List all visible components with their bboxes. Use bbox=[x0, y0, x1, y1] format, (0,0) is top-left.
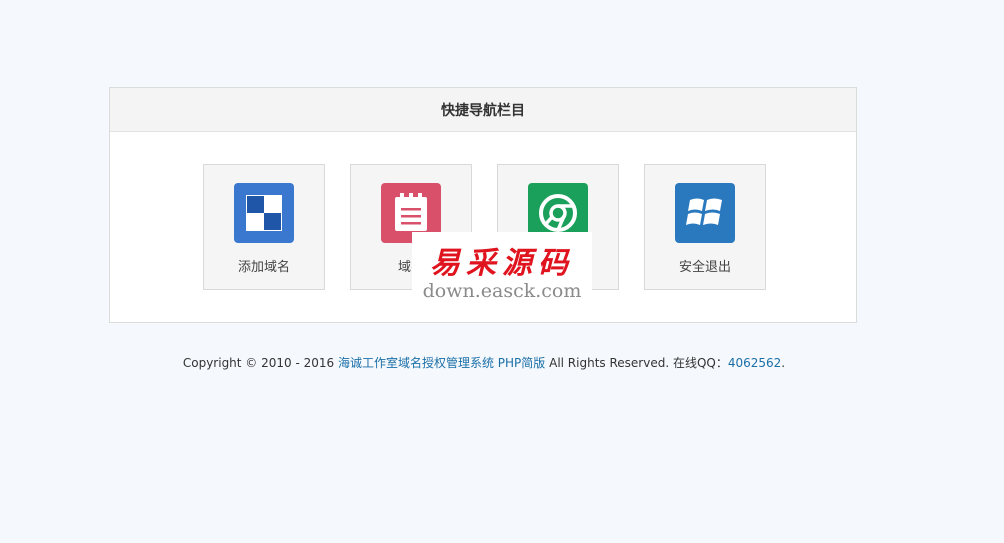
tile-label: 安全退出 bbox=[678, 260, 731, 275]
footer-suffix: . bbox=[781, 356, 786, 370]
qq-link[interactable]: 4062562 bbox=[728, 356, 781, 370]
tile-label: 添加域名 bbox=[237, 260, 290, 275]
watermark-cn-text: 易采源码 bbox=[430, 246, 574, 281]
panel-title: 快捷导航栏目 bbox=[110, 88, 856, 132]
logout-tile[interactable]: 安全退出 bbox=[644, 164, 766, 290]
system-link[interactable]: 海诚工作室域名授权管理系统 PHP简版 bbox=[338, 356, 545, 370]
footer: Copyright © 2010 - 2016 海诚工作室域名授权管理系统 PH… bbox=[0, 354, 968, 371]
footer-middle: All Rights Reserved. 在线QQ： bbox=[545, 356, 728, 370]
watermark-en-text: down.easck.com bbox=[422, 280, 582, 302]
footer-copyright: Copyright © 2010 - 2016 bbox=[182, 356, 338, 370]
add-domain-tile[interactable]: 添加域名 bbox=[203, 164, 325, 290]
watermark-logo: 易采源码 down.easck.com bbox=[412, 232, 592, 304]
grid-icon bbox=[234, 183, 294, 243]
windows-icon bbox=[675, 183, 735, 243]
